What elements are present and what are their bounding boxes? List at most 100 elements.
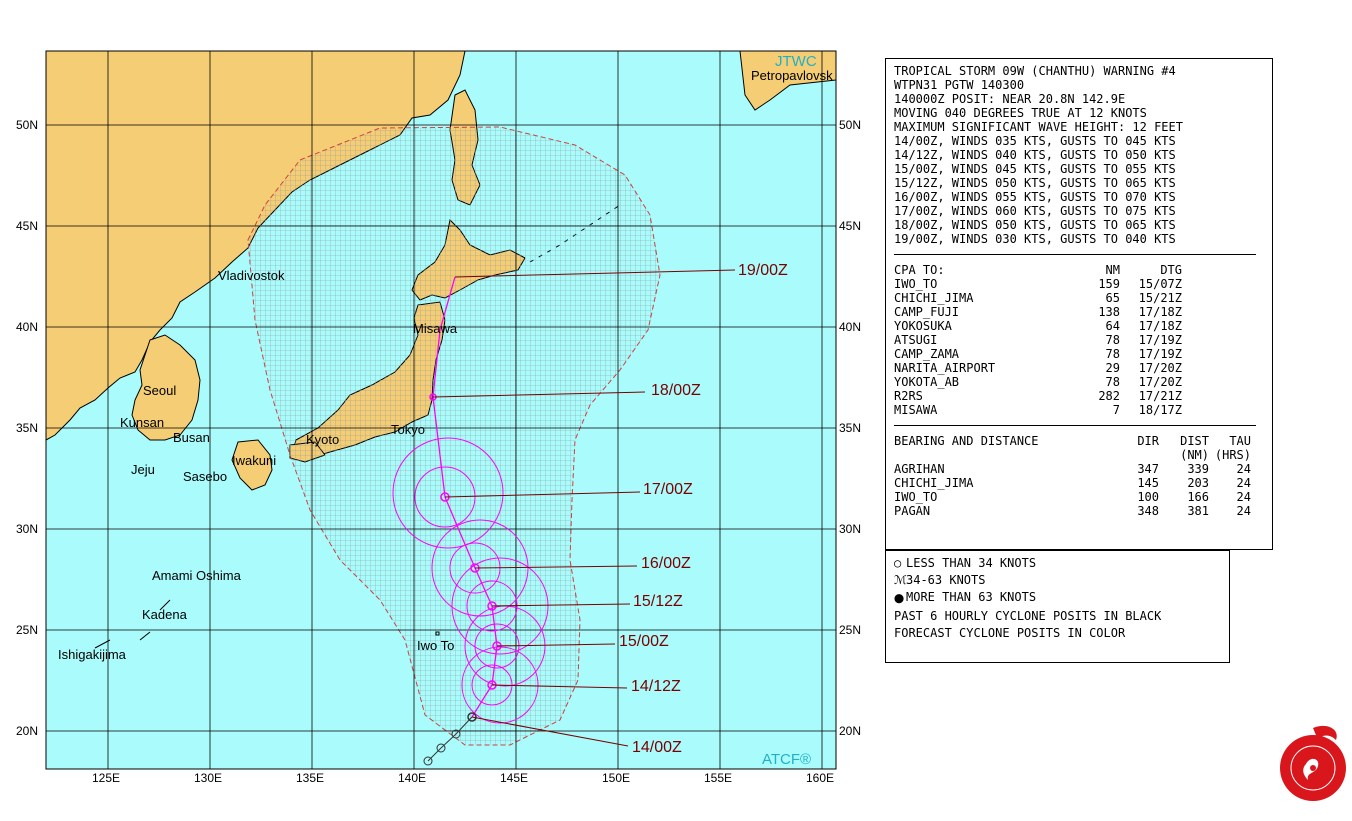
svg-text:155E: 155E [704, 771, 732, 785]
city-label: Kadena [142, 607, 188, 622]
bearing-table: BEARING AND DISTANCE DIR DIST TAU (NM) (… [894, 434, 1251, 518]
legend-item: ⬤ MORE THAN 63 KNOTS [894, 589, 1221, 608]
warning-line: 140000Z POSIT: NEAR 20.8N 142.9E [894, 92, 1126, 106]
svg-text:125E: 125E [92, 771, 120, 785]
warning-panel: TROPICAL STORM 09W (CHANTHU) WARNING #4 … [885, 58, 1273, 550]
svg-text:25N: 25N [16, 623, 38, 637]
legend-item: ℳ34-63 KNOTS [894, 573, 986, 587]
bearing-header: BEARING AND DISTANCE [894, 434, 1039, 448]
svg-text:25N: 25N [839, 623, 861, 637]
table-row: AGRIHAN 347 339 24 [894, 462, 1251, 476]
svg-text:135E: 135E [296, 771, 324, 785]
forecast-label-16-00z: 16/00Z [641, 555, 691, 572]
warning-line: MAXIMUM SIGNIFICANT WAVE HEIGHT: 12 FEET [894, 120, 1183, 134]
svg-text:150E: 150E [602, 771, 630, 785]
table-row: CHICHI_JIMA 145 203 24 [894, 476, 1251, 490]
storm-symbol-icon: ℳ [894, 573, 907, 587]
city-label: Sasebo [183, 469, 227, 484]
svg-text:45N: 45N [16, 219, 38, 233]
cpa-table: CPA TO: NM DTG IWO_TO 159 15/07Z CHICHI_JI… [894, 263, 1182, 417]
warning-line: 14/00Z, WINDS 035 KTS, GUSTS TO 045 KTS [894, 134, 1176, 148]
warning-line: 17/00Z, WINDS 060 KTS, GUSTS TO 075 KTS [894, 204, 1176, 218]
city-label: Kyoto [306, 432, 339, 447]
table-row: CAMP_FUJI 138 17/18Z [894, 305, 1182, 319]
city-label: Misawa [413, 321, 458, 336]
svg-text:50N: 50N [16, 118, 38, 132]
table-row: CAMP_ZAMA 78 17/19Z [894, 347, 1182, 361]
warning-line: WTPN31 PGTW 140300 [894, 78, 1025, 92]
table-row: IWO_TO 100 166 24 [894, 490, 1251, 504]
city-label: Ishigakijima [58, 647, 127, 662]
warning-line: 16/00Z, WINDS 055 KTS, GUSTS TO 070 KTS [894, 190, 1176, 204]
table-row: MISAWA 7 18/17Z [894, 403, 1182, 417]
city-label: Iwakuni [232, 453, 276, 468]
svg-text:145E: 145E [500, 771, 528, 785]
svg-text:40N: 40N [16, 320, 38, 334]
table-row: R2RS 282 17/21Z [894, 389, 1182, 403]
bearing-header: DIST [1180, 434, 1209, 448]
typhoon-symbol-icon: ⬤ [894, 594, 905, 604]
legend-note: PAST 6 HOURLY CYCLONE POSITS IN BLACK [894, 609, 1162, 623]
city-label: Seoul [143, 383, 176, 398]
brand-jtwc: JTWC [775, 53, 817, 70]
forecast-label-18-00z: 18/00Z [651, 382, 701, 399]
brand-atcf: ATCF® [762, 751, 811, 768]
legend-panel: ○ LESS THAN 34 KNOTS ℳ34-63 KNOTS ⬤ MORE T… [885, 550, 1230, 663]
divider [894, 425, 1256, 426]
svg-text:30N: 30N [16, 522, 38, 536]
forecast-label-19-00z: 19/00Z [738, 262, 788, 279]
city-label: Tokyo [391, 422, 425, 437]
warning-line: 19/00Z, WINDS 030 KTS, GUSTS TO 040 KTS [894, 232, 1176, 246]
svg-text:40N: 40N [839, 320, 861, 334]
svg-text:140E: 140E [398, 771, 426, 785]
warning-line: 15/00Z, WINDS 045 KTS, GUSTS TO 055 KTS [894, 162, 1176, 176]
warning-line: TROPICAL STORM 09W (CHANTHU) WARNING #4 [894, 64, 1176, 78]
city-label: Amami Oshima [152, 568, 242, 583]
cpa-header: DTG [1160, 263, 1182, 277]
legend-item: ○ LESS THAN 34 KNOTS [894, 556, 1037, 570]
warning-line: 15/12Z, WINDS 050 KTS, GUSTS TO 065 KTS [894, 176, 1176, 190]
svg-text:45N: 45N [839, 219, 861, 233]
cpa-header: CPA TO: [894, 263, 945, 277]
forecast-label-14-00z: 14/00Z [632, 739, 682, 756]
warning-line: MOVING 040 DEGREES TRUE AT 12 KNOTS [894, 106, 1147, 120]
bearing-header: DIR [1137, 434, 1159, 448]
divider [894, 254, 1256, 255]
table-row: IWO_TO 159 15/07Z [894, 277, 1182, 291]
table-row: NARITA_AIRPORT 29 17/20Z [894, 361, 1182, 375]
table-row: CHICHI_JIMA 65 15/21Z [894, 291, 1182, 305]
forecast-label-15-12z: 15/12Z [633, 593, 683, 610]
circle-open-icon: ○ [894, 556, 902, 570]
city-label: Jeju [131, 462, 155, 477]
forecast-label-15-00z: 15/00Z [619, 633, 669, 650]
svg-text:35N: 35N [839, 421, 861, 435]
bearing-subheader: (NM) [1180, 448, 1209, 462]
bearing-header: TAU [1229, 434, 1251, 448]
table-row: YOKOTA_AB 78 17/20Z [894, 375, 1182, 389]
cpa-header: NM [1105, 263, 1120, 277]
svg-text:130E: 130E [194, 771, 222, 785]
svg-text:20N: 20N [839, 724, 861, 738]
svg-text:20N: 20N [16, 724, 38, 738]
legend-note: FORECAST CYCLONE POSITS IN COLOR [894, 626, 1126, 640]
table-row: YOKOSUKA 64 17/18Z [894, 319, 1182, 333]
forecast-label-14-12z: 14/12Z [631, 678, 681, 695]
forecast-label-17-00z: 17/00Z [643, 481, 693, 498]
jtwc-seal-logo [1280, 725, 1346, 801]
svg-text:50N: 50N [839, 118, 861, 132]
city-label: Vladivostok [218, 268, 285, 283]
bearing-subheader: (HRS) [1214, 448, 1251, 462]
warning-line: 18/00Z, WINDS 050 KTS, GUSTS TO 065 KTS [894, 218, 1176, 232]
table-row: PAGAN 348 381 24 [894, 504, 1251, 518]
typhoon-track-map: 19/00Z 18/00Z 17/00Z 16/00Z 15/12Z 15/00… [16, 50, 861, 785]
warning-line: 14/12Z, WINDS 040 KTS, GUSTS TO 050 KTS [894, 148, 1176, 162]
city-label: Petropavlovsk [751, 68, 833, 83]
svg-text:35N: 35N [16, 421, 38, 435]
city-label: Iwo To [417, 638, 454, 653]
svg-text:160E: 160E [806, 771, 834, 785]
table-row: ATSUGI 78 17/19Z [894, 333, 1182, 347]
city-label: Kunsan [120, 415, 164, 430]
city-label: Busan [173, 430, 210, 445]
longitude-labels: 125E 130E 135E 140E 145E 150E 155E 160E [92, 771, 834, 785]
svg-text:30N: 30N [839, 522, 861, 536]
